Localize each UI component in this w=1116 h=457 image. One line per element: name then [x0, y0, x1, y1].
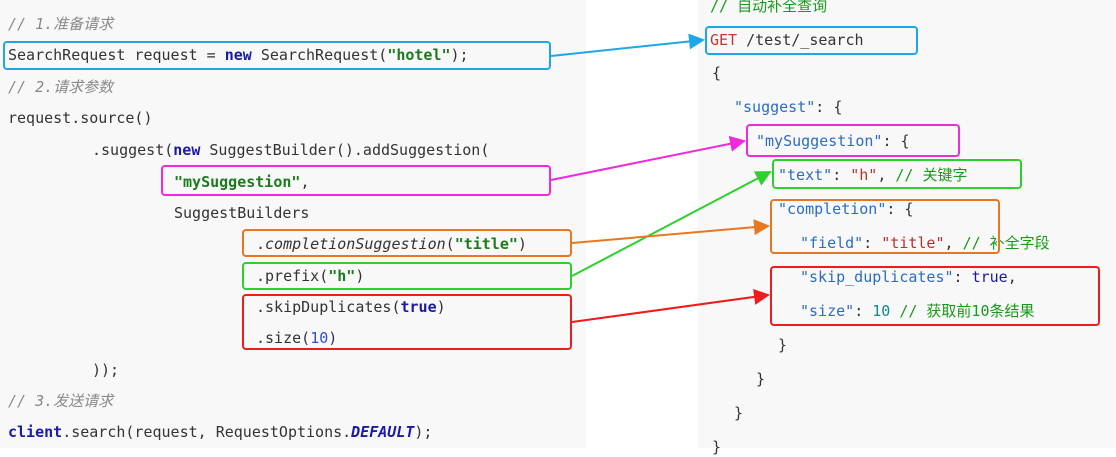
- connector-arrows: [550, 33, 772, 323]
- arrow-search-request-to-get: [550, 33, 705, 57]
- arrow-suggestion-name-to-my-suggestion: [550, 135, 746, 181]
- arrow-skip-size-to-skip-size: [571, 288, 770, 323]
- arrow-completion-to-completion: [571, 219, 770, 244]
- arrow-prefix-to-text: [571, 171, 772, 277]
